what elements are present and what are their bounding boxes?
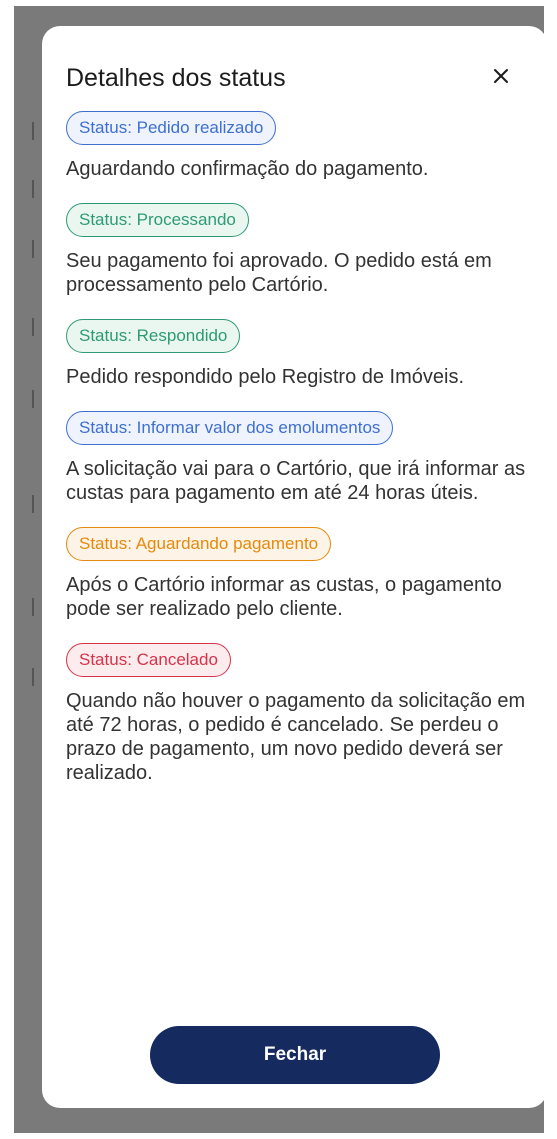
status-description: Seu pagamento foi aprovado. O pedido est…	[66, 250, 492, 296]
status-badge: Status: Processando	[66, 203, 249, 237]
status-details-modal: Detalhes dos status Status: Pedido reali…	[42, 26, 547, 1108]
status-description: Pedido respondido pelo Registro de Imóve…	[66, 366, 465, 388]
close-icon	[494, 69, 508, 83]
close-button[interactable]	[487, 62, 515, 90]
status-item: Status: Respondido Pedido respondido pel…	[66, 319, 526, 389]
status-item: Status: Pedido realizado Aguardando conf…	[66, 111, 526, 181]
status-description: Quando não houver o pagamento da solicit…	[66, 690, 526, 784]
status-item: Status: Aguardando pagamento Após o Cart…	[66, 527, 526, 621]
close-modal-button[interactable]: Fechar	[150, 1026, 440, 1084]
modal-title: Detalhes dos status	[66, 64, 286, 92]
status-badge: Status: Aguardando pagamento	[66, 527, 332, 561]
status-item: Status: Informar valor dos emolumentos A…	[66, 411, 526, 505]
status-description: A solicitação vai para o Cartório, que i…	[66, 458, 526, 504]
status-list: Status: Pedido realizado Aguardando conf…	[66, 111, 526, 807]
status-description: Após o Cartório informar as custas, o pa…	[66, 574, 502, 620]
status-item: Status: Processando Seu pagamento foi ap…	[66, 203, 526, 297]
status-badge: Status: Informar valor dos emolumentos	[66, 411, 394, 445]
status-item: Status: Cancelado Quando não houver o pa…	[66, 643, 526, 785]
status-badge: Status: Respondido	[66, 319, 241, 353]
screen: Detalhes dos status Status: Pedido reali…	[0, 0, 557, 1139]
status-badge: Status: Cancelado	[66, 643, 231, 677]
status-description: Aguardando confirmação do pagamento.	[66, 158, 429, 180]
status-badge: Status: Pedido realizado	[66, 111, 277, 145]
